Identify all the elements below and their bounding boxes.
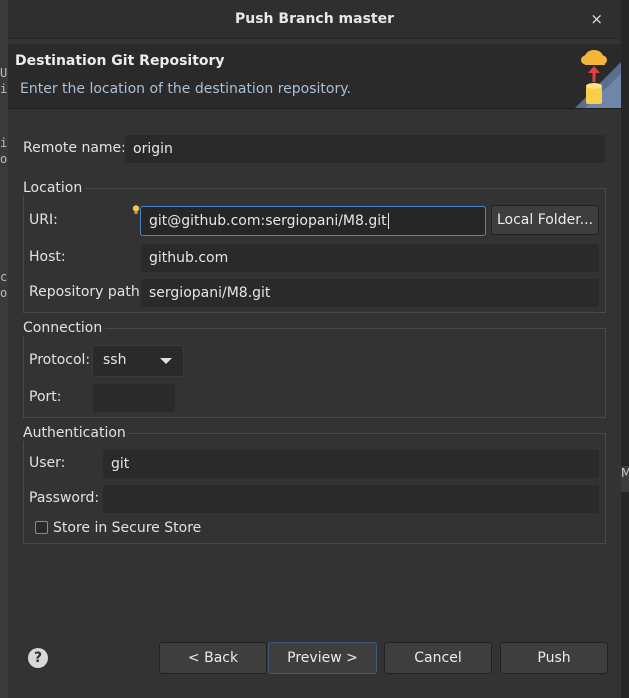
host-label: Host: [29, 249, 66, 265]
port-input[interactable] [92, 383, 176, 413]
push-button[interactable]: Push [500, 642, 608, 674]
page-description: Enter the location of the destination re… [20, 81, 351, 97]
title-bar: Push Branch master × [8, 0, 621, 39]
store-secure-label[interactable]: Store in Secure Store [53, 520, 201, 536]
lightbulb-icon [132, 205, 140, 214]
bg-glyph: U [0, 66, 8, 80]
password-input[interactable] [102, 484, 600, 514]
background-editor-right: M [621, 0, 629, 698]
bg-glyph: i [0, 82, 8, 96]
text-caret [387, 213, 389, 229]
uri-value: git@github.com:sergiopani/M8.git [149, 213, 387, 229]
preview-button[interactable]: Preview > [268, 642, 377, 674]
remote-name-label: Remote name: [23, 140, 126, 156]
uri-label: URI: [29, 212, 58, 228]
authentication-group-title: Authentication [23, 425, 129, 441]
store-secure-checkbox[interactable] [35, 521, 48, 534]
user-input[interactable]: git [102, 449, 600, 479]
protocol-value: ssh [103, 352, 127, 368]
bg-glyph: i [0, 136, 8, 150]
port-label: Port: [29, 389, 62, 405]
help-icon[interactable]: ? [28, 648, 48, 668]
protocol-dropdown[interactable]: ssh [92, 345, 184, 377]
password-label: Password: [29, 490, 100, 506]
protocol-label: Protocol: [29, 352, 91, 368]
push-branch-dialog: Push Branch master × Destination Git Rep… [8, 0, 621, 698]
repository-path-input[interactable]: sergiopani/M8.git [140, 278, 600, 308]
back-button[interactable]: < Back [159, 642, 267, 674]
local-folder-button[interactable]: Local Folder... [491, 205, 599, 235]
wizard-header: Destination Git Repository Enter the loc… [8, 44, 621, 109]
bg-tab[interactable]: M [621, 466, 629, 492]
bg-glyph: o [0, 152, 8, 166]
dialog-title: Push Branch master [235, 11, 394, 27]
bg-glyph: o [0, 286, 8, 300]
page-title: Destination Git Repository [15, 53, 225, 69]
repository-path-label: Repository path: [29, 284, 145, 300]
uri-input[interactable]: git@github.com:sergiopani/M8.git [140, 206, 486, 236]
connection-group-title: Connection [23, 320, 106, 336]
remote-name-input[interactable]: origin [124, 134, 606, 164]
chevron-down-icon [160, 358, 172, 364]
cloud-push-banner-icon [575, 50, 621, 108]
bg-glyph: c [0, 270, 8, 284]
cancel-button[interactable]: Cancel [384, 642, 492, 674]
location-group-title: Location [23, 180, 86, 196]
user-label: User: [29, 455, 66, 471]
host-input[interactable]: github.com [140, 243, 600, 273]
close-button[interactable]: × [590, 10, 603, 28]
background-editor-left: U i i o c o [0, 0, 8, 698]
